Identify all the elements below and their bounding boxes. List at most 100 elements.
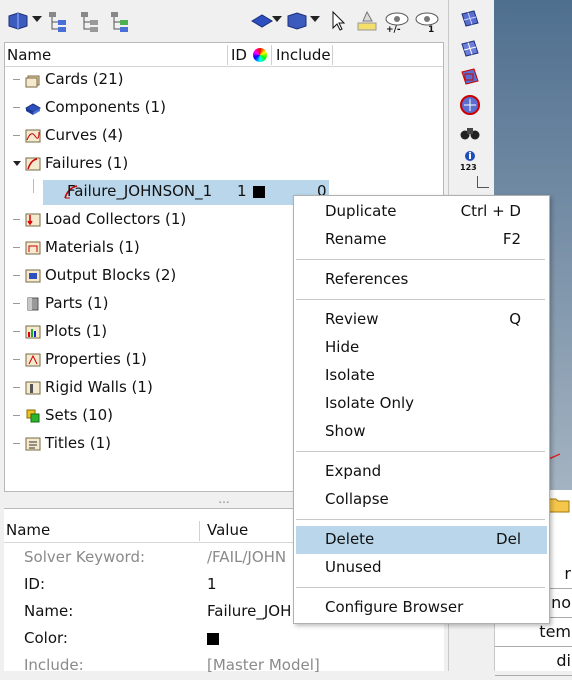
menu-item-hide[interactable]: Hide [296, 334, 547, 362]
tree-expand-icon[interactable] [13, 359, 20, 360]
context-menu: Duplicate Ctrl + D Rename F2 References Revie… [293, 195, 550, 624]
tree-expand-icon[interactable] [13, 275, 20, 276]
column-include-header[interactable]: Include [276, 46, 331, 64]
tree-expand-icon[interactable] [13, 331, 20, 332]
menu-item-label: References [325, 270, 409, 288]
chevron-down-icon[interactable] [310, 16, 320, 22]
tree-expand-icon[interactable] [13, 219, 20, 220]
menu-item-show[interactable]: Show [296, 418, 547, 446]
menu-item-duplicate[interactable]: Duplicate Ctrl + D [296, 198, 547, 226]
chevron-down-icon[interactable] [272, 16, 282, 22]
column-divider[interactable] [227, 45, 228, 65]
menu-item-expand[interactable]: Expand [296, 458, 547, 486]
folder-icon[interactable] [547, 492, 571, 516]
color-swatch[interactable] [253, 186, 265, 198]
find-binoculars-icon[interactable] [459, 122, 481, 144]
mesh-wire-icon[interactable] [459, 38, 481, 60]
tree-row-label: Materials (1) [45, 238, 140, 256]
menu-item-configure-browser[interactable]: Configure Browser [296, 594, 547, 622]
menu-item-references[interactable]: References [296, 266, 547, 294]
column-divider[interactable] [199, 521, 200, 541]
tree-expand-icon[interactable] [13, 247, 20, 248]
cards-icon [25, 72, 41, 88]
tree-collapse-icon[interactable] [13, 161, 21, 166]
menu-item-label: Review [325, 310, 379, 328]
menu-item-shortcut: Del [496, 530, 521, 548]
editor-field-value: [Master Model] [207, 656, 320, 674]
pointer-select-icon[interactable] [327, 9, 351, 33]
column-name-header[interactable]: Name [7, 46, 51, 64]
axis-icon[interactable] [477, 176, 489, 188]
menu-item-label: Collapse [325, 490, 389, 508]
menu-item-collapse[interactable]: Collapse [296, 486, 547, 514]
element-check-icon[interactable] [459, 94, 481, 116]
tree-expand-icon[interactable] [13, 135, 20, 136]
tree-row-curves-4[interactable]: Curves (4) [5, 123, 443, 151]
editor-row-color[interactable]: Color: [4, 626, 444, 653]
component-view-icon[interactable] [6, 9, 30, 33]
editor-name-header: Name [6, 521, 51, 539]
tree-expand-icon[interactable] [13, 303, 20, 304]
menu-separator [296, 587, 545, 588]
tree-row-id: 1 [237, 182, 247, 200]
eye-show-one-icon[interactable] [414, 9, 440, 33]
tree-row-failures-1[interactable]: Failures (1) [5, 151, 443, 179]
tree-expand-icon[interactable] [13, 79, 20, 80]
tree-row-label: Properties (1) [45, 350, 147, 368]
menu-item-label: Unused [325, 558, 382, 576]
column-id-header[interactable]: ID [231, 46, 247, 64]
flat-list-icon[interactable] [78, 9, 102, 33]
chevron-down-icon[interactable] [32, 16, 42, 22]
editor-field-value[interactable]: 1 [207, 575, 217, 593]
eye-show-one-label: 1 [428, 25, 435, 35]
menu-item-delete[interactable]: Delete Del [296, 526, 547, 554]
tree-row-cards-21[interactable]: Cards (21) [5, 67, 443, 95]
menu-separator [296, 299, 545, 300]
color-swatch[interactable] [207, 633, 219, 645]
editor-field-value: /FAIL/JOHN [207, 548, 287, 566]
editor-value-header: Value [207, 521, 249, 539]
numbering-label: 123 [460, 163, 477, 172]
editor-field-label: Color: [24, 629, 68, 647]
editor-field-label: Solver Keyword: [24, 548, 146, 566]
menu-item-isolate-only[interactable]: Isolate Only [296, 390, 547, 418]
menu-item-label: Isolate Only [325, 394, 415, 412]
editor-field-value[interactable]: Failure_JOH [207, 602, 291, 620]
parts-icon [25, 296, 41, 312]
tree-row-label: Failures (1) [45, 154, 129, 172]
menu-separator [296, 259, 545, 260]
menu-item-isolate[interactable]: Isolate [296, 362, 547, 390]
menu-separator [296, 519, 545, 520]
menu-item-review[interactable]: Review Q [296, 306, 547, 334]
highlight-icon[interactable] [355, 9, 379, 33]
menu-item-label: Configure Browser [325, 598, 464, 616]
menu-item-rename[interactable]: Rename F2 [296, 226, 547, 254]
menu-item-shortcut: F2 [502, 230, 521, 248]
menu-item-label: Show [325, 422, 366, 440]
color-wheel-icon[interactable] [253, 48, 267, 62]
tree-header: Name ID Include [5, 43, 443, 67]
editor-field-label: Name: [24, 602, 74, 620]
tree-expand-icon[interactable] [13, 443, 20, 444]
mesh-display-icon[interactable] [459, 8, 481, 30]
tree-expand-icon[interactable] [13, 107, 20, 108]
column-divider[interactable] [271, 45, 272, 65]
tree-expand-icon[interactable] [13, 415, 20, 416]
output-blocks-icon [25, 268, 41, 284]
tree-row-components-1[interactable]: Components (1) [5, 95, 443, 123]
failures-icon [25, 156, 41, 172]
component-color-icon[interactable] [285, 9, 309, 33]
sets-icon [25, 408, 41, 424]
tree-row-label: Rigid Walls (1) [45, 378, 153, 396]
tree-hierarchy-icon[interactable] [46, 9, 70, 33]
editor-row-include[interactable]: Include: [Master Model] [4, 653, 444, 680]
menu-item-label: Rename [325, 230, 387, 248]
tree-expand-icon[interactable] [13, 387, 20, 388]
right-lower-cell: di [495, 647, 572, 676]
menu-item-unused[interactable]: Unused [296, 554, 547, 582]
tree-row-label: Parts (1) [45, 294, 109, 312]
group-view-icon[interactable] [108, 9, 132, 33]
show-solid-icon[interactable] [250, 9, 274, 33]
shaded-elements-icon[interactable] [459, 66, 481, 88]
column-divider[interactable] [332, 45, 333, 65]
